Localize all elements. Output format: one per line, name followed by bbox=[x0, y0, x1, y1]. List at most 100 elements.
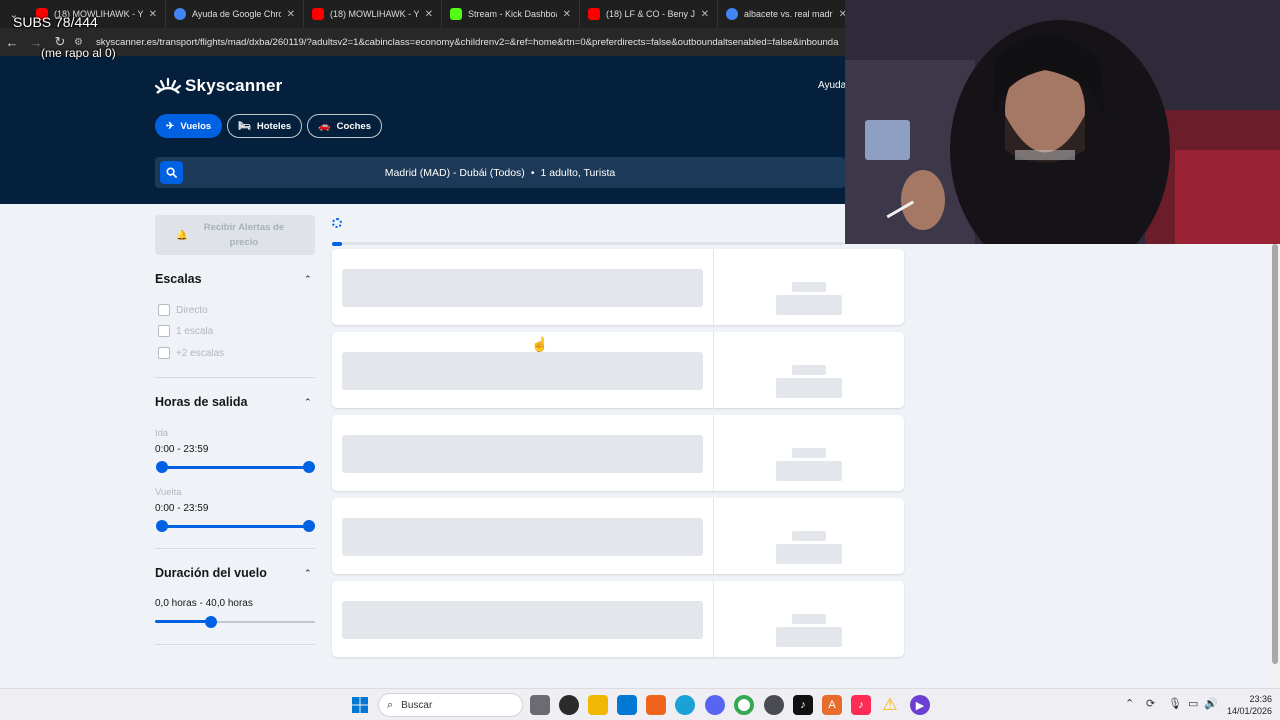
close-icon[interactable]: ✕ bbox=[287, 9, 295, 20]
sync-icon[interactable]: ⟳ bbox=[1146, 697, 1155, 710]
tab-label: albacete vs. real madrid - bbox=[744, 9, 833, 19]
result-card-skeleton bbox=[332, 415, 904, 491]
tiktok-live-icon[interactable]: ♪ bbox=[851, 695, 871, 715]
task-view-icon[interactable] bbox=[530, 695, 550, 715]
close-icon[interactable]: ✕ bbox=[149, 9, 157, 20]
close-icon[interactable]: ✕ bbox=[563, 9, 571, 20]
checkbox[interactable] bbox=[158, 347, 170, 359]
result-card-skeleton bbox=[332, 249, 904, 325]
skyscanner-logo[interactable]: Skyscanner bbox=[154, 76, 282, 96]
duration-slider-handle[interactable] bbox=[205, 616, 217, 628]
search-button[interactable] bbox=[160, 161, 183, 184]
skeleton-price bbox=[776, 627, 842, 647]
outbound-time-range: 0:00 - 23:59 bbox=[155, 444, 209, 455]
browser-tab[interactable]: (18) LF & CO - Beny JR (Vi ✕ bbox=[580, 0, 718, 28]
chevron-up-icon[interactable]: ⌃ bbox=[304, 568, 312, 579]
return-slider-track[interactable] bbox=[160, 525, 310, 528]
checkbox[interactable] bbox=[158, 325, 170, 337]
product-nav: ✈ Vuelos 🛏 Hoteles 🚗 Coches bbox=[155, 114, 382, 138]
media-player-icon[interactable]: ▶ bbox=[910, 695, 930, 715]
obs-icon[interactable] bbox=[764, 695, 784, 715]
stops-option-two-plus[interactable]: +2 escalas bbox=[158, 347, 224, 359]
sunburst-logo-icon bbox=[154, 77, 182, 95]
loading-progress-track bbox=[332, 242, 844, 245]
return-slider-max-handle[interactable] bbox=[303, 520, 315, 532]
system-clock[interactable]: 23:36 14/01/2026 bbox=[1222, 693, 1272, 717]
youtube-icon bbox=[312, 8, 324, 20]
close-icon[interactable]: ✕ bbox=[425, 9, 433, 20]
file-explorer-icon[interactable] bbox=[588, 695, 608, 715]
result-card-skeleton bbox=[332, 581, 904, 657]
skeleton-itinerary bbox=[342, 601, 703, 639]
nav-chip-cars[interactable]: 🚗 Coches bbox=[307, 114, 382, 138]
taskbar-search[interactable]: ⌕ Buscar bbox=[378, 693, 523, 717]
microphone-icon[interactable]: 🎙 bbox=[1168, 697, 1182, 710]
brave-icon[interactable] bbox=[646, 695, 666, 715]
skeleton-deal-label bbox=[792, 448, 826, 458]
bed-icon: 🛏 bbox=[238, 120, 251, 132]
back-arrow-icon[interactable]: ← bbox=[0, 35, 24, 50]
display-icon[interactable]: ▭ bbox=[1188, 697, 1198, 710]
return-time-range: 0:00 - 23:59 bbox=[155, 503, 209, 514]
close-icon[interactable]: ✕ bbox=[701, 9, 709, 20]
skeleton-price bbox=[776, 378, 842, 398]
chrome-icon[interactable] bbox=[734, 695, 754, 715]
app-icon[interactable] bbox=[559, 695, 579, 715]
outbound-slider-max-handle[interactable] bbox=[303, 461, 315, 473]
filter-title-duration[interactable]: Duración del vuelo bbox=[155, 566, 267, 580]
browser-tab-active[interactable]: albacete vs. real madrid -✕ bbox=[718, 0, 856, 28]
card-separator bbox=[713, 249, 714, 325]
volume-icon[interactable]: 🔊 bbox=[1204, 697, 1218, 710]
google-icon bbox=[726, 8, 738, 20]
stops-option-one[interactable]: 1 escala bbox=[158, 325, 213, 337]
price-alert-label: Recibir Alertas de precio bbox=[203, 222, 285, 248]
page-scrollbar[interactable] bbox=[1270, 204, 1280, 688]
result-card-skeleton bbox=[332, 332, 904, 408]
help-link[interactable]: Ayuda bbox=[818, 80, 846, 91]
tiktok-icon[interactable]: ♪ bbox=[793, 695, 813, 715]
scrollbar-thumb[interactable] bbox=[1272, 244, 1278, 664]
browser-tab[interactable]: Ayuda de Google Chrome ✕ bbox=[166, 0, 304, 28]
checkbox[interactable] bbox=[158, 304, 170, 316]
discord-icon[interactable] bbox=[705, 695, 725, 715]
search-route: Madrid (MAD) - Dubái (Todos) bbox=[384, 166, 525, 179]
app-icon[interactable]: A bbox=[822, 695, 842, 715]
return-slider-min-handle[interactable] bbox=[156, 520, 168, 532]
return-label: Vuelta bbox=[155, 487, 182, 498]
divider bbox=[155, 644, 315, 645]
chevron-up-icon[interactable]: ⌃ bbox=[304, 397, 312, 408]
store-icon[interactable] bbox=[617, 695, 637, 715]
skeleton-price bbox=[776, 461, 842, 481]
nav-chip-flights[interactable]: ✈ Vuelos bbox=[155, 114, 223, 138]
google-icon bbox=[174, 8, 186, 20]
warning-icon[interactable]: ⚠ bbox=[880, 695, 900, 715]
clock-time: 23:36 bbox=[1249, 694, 1272, 704]
skeleton-price bbox=[776, 544, 842, 564]
divider bbox=[155, 377, 315, 378]
outbound-slider-min-handle[interactable] bbox=[156, 461, 168, 473]
chevron-up-icon[interactable]: ⌃ bbox=[1125, 697, 1134, 710]
search-summary-bar[interactable]: Madrid (MAD) - Dubái (Todos) • 1 adulto,… bbox=[155, 157, 845, 188]
chip-label: Hoteles bbox=[256, 120, 292, 132]
price-alert-button[interactable]: 🔔 Recibir Alertas de precio bbox=[155, 215, 315, 255]
chevron-up-icon[interactable]: ⌃ bbox=[304, 274, 312, 285]
stops-option-direct[interactable]: Directo bbox=[158, 304, 208, 316]
filter-title-departure-times[interactable]: Horas de salida bbox=[155, 395, 247, 409]
skeleton-itinerary bbox=[342, 269, 703, 307]
filter-title-stops[interactable]: Escalas bbox=[155, 272, 202, 286]
browser-tab[interactable]: Stream - Kick Dashboard ✕ bbox=[442, 0, 580, 28]
nav-chip-hotels[interactable]: 🛏 Hoteles bbox=[227, 114, 303, 138]
edge-icon[interactable] bbox=[675, 695, 695, 715]
hand-cursor-icon: ☝ bbox=[531, 336, 549, 352]
outbound-slider-track[interactable] bbox=[160, 466, 310, 469]
option-label: +2 escalas bbox=[176, 347, 225, 359]
windows-start-icon[interactable] bbox=[350, 695, 370, 715]
outbound-label: Ida bbox=[155, 428, 169, 439]
search-travellers: 1 adulto, Turista bbox=[540, 166, 616, 179]
card-separator bbox=[713, 498, 714, 574]
skeleton-deal-label bbox=[792, 531, 826, 541]
browser-tab[interactable]: (18) MOWLIHAWK - YouTube ✕ bbox=[304, 0, 442, 28]
webcam-overlay bbox=[845, 0, 1280, 244]
search-icon: ⌕ bbox=[387, 698, 394, 711]
chip-label: Coches bbox=[336, 120, 371, 132]
